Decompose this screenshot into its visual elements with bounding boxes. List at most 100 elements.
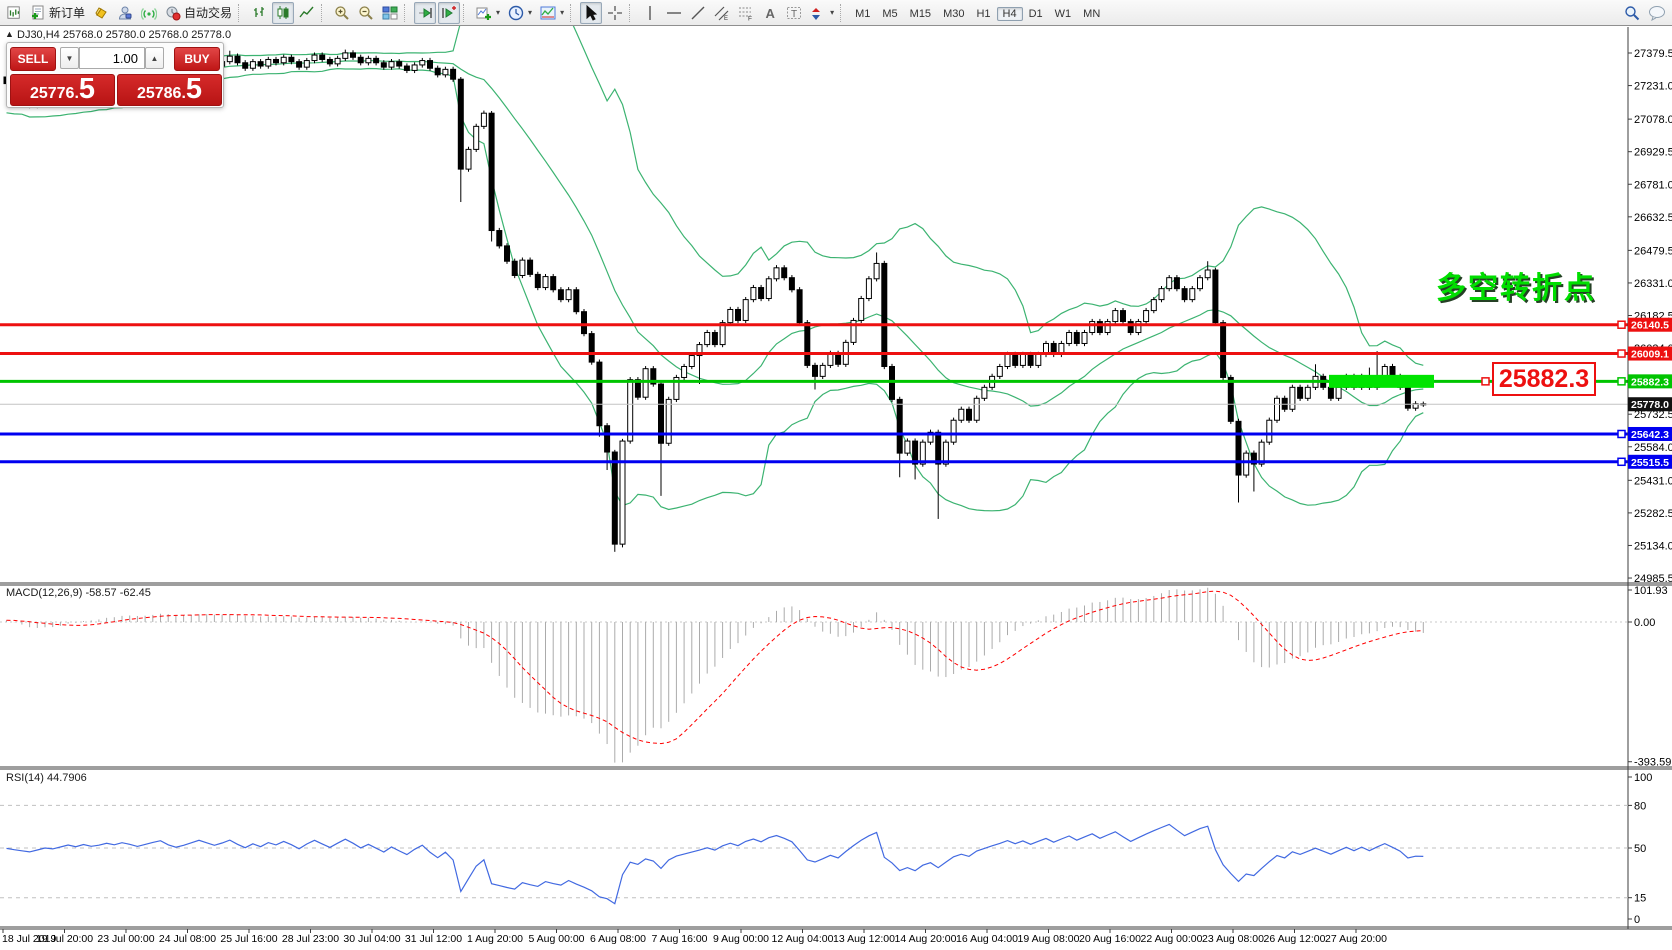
new-order-label: 新订单 — [49, 4, 85, 21]
price-tick-label: 25431.0 — [1634, 475, 1672, 487]
tile-windows-button[interactable] — [379, 2, 401, 24]
timeframe-M15[interactable]: M15 — [904, 7, 937, 21]
price-tick-label: 25134.0 — [1634, 540, 1672, 552]
cursor-tool-button[interactable] — [580, 2, 602, 24]
volume-decrease-button[interactable]: ▼ — [60, 47, 79, 69]
buy-button[interactable]: BUY — [174, 47, 220, 71]
chart-shift-button[interactable] — [438, 2, 460, 24]
periods-clock-button[interactable]: ▾ — [505, 2, 535, 24]
buy-price-display[interactable]: 25786.5 — [117, 74, 222, 106]
chart-title-ohlc: DJ30,H4 25768.0 25780.0 25768.0 25778.0 — [17, 29, 231, 41]
toolbar-separator — [238, 4, 243, 22]
svg-text:25515.5: 25515.5 — [1631, 457, 1669, 469]
svg-text:25642.3: 25642.3 — [1631, 429, 1669, 441]
price-callout-label[interactable]: 25882.3 — [1492, 362, 1596, 396]
svg-text:25882.3: 25882.3 — [1631, 376, 1669, 388]
signals-icon[interactable] — [138, 2, 160, 24]
trading-terminal-window: { "toolbar": { "new_order_label": "新订单",… — [0, 0, 1672, 950]
time-axis-label: 25 Jul 16:00 — [220, 933, 277, 945]
market-watch-gold-icon[interactable] — [90, 2, 112, 24]
buy-price-main: 25786. — [137, 80, 186, 108]
zoom-out-button[interactable] — [355, 2, 377, 24]
toolbar-separator — [570, 4, 575, 22]
svg-text:25778.0: 25778.0 — [1631, 399, 1669, 411]
candlestick-chart-type-button[interactable] — [272, 2, 294, 24]
bar-chart-type-button[interactable] — [248, 2, 270, 24]
timeframe-H1[interactable]: H1 — [970, 7, 996, 21]
line-endpoint-marker[interactable] — [1482, 378, 1489, 385]
timeframe-M1[interactable]: M1 — [849, 7, 876, 21]
chart-annotation-text: 多空转折点 — [1436, 263, 1596, 307]
horizontal-line-tool-button[interactable] — [663, 2, 685, 24]
toolbar-separator — [321, 4, 326, 22]
fibonacci-tool-button[interactable]: F — [735, 2, 757, 24]
rsi-tick-label: 15 — [1634, 893, 1646, 905]
time-axis-label: 23 Jul 00:00 — [97, 933, 154, 945]
sell-price-last-digit: 5 — [79, 75, 95, 103]
time-axis-label: 28 Jul 23:00 — [282, 933, 339, 945]
price-tick-label: 25584.0 — [1634, 442, 1672, 454]
accounts-profile-icon[interactable] — [114, 2, 136, 24]
svg-text:A: A — [766, 6, 776, 21]
time-axis-label: 22 Aug 00:00 — [1141, 933, 1203, 945]
time-axis-label: 24 Jul 08:00 — [159, 933, 216, 945]
timeframe-H4[interactable]: H4 — [997, 7, 1023, 21]
periods-caret-icon: ▾ — [528, 8, 532, 17]
highlight-zone-box[interactable] — [1329, 375, 1434, 388]
line-chart-type-button[interactable] — [296, 2, 318, 24]
time-axis-label: 6 Aug 08:00 — [590, 933, 646, 945]
timeframe-M30[interactable]: M30 — [937, 7, 970, 21]
timeframe-M5[interactable]: M5 — [876, 7, 903, 21]
chart-canvas[interactable]: 27379.527231.027078.026929.526781.026632… — [0, 0, 1672, 950]
window-chart-icon — [3, 2, 25, 24]
auto-trading-button[interactable]: 自动交易 — [162, 2, 235, 24]
time-axis-label: 19 Jul 20:00 — [36, 933, 93, 945]
svg-text:E: E — [724, 16, 728, 21]
auto-scroll-button[interactable] — [414, 2, 436, 24]
templates-button[interactable]: ▾ — [537, 2, 567, 24]
svg-text:26140.5: 26140.5 — [1631, 320, 1669, 332]
price-tick-label: 26632.5 — [1634, 212, 1672, 224]
price-tick-label: 27231.0 — [1634, 81, 1672, 93]
sell-button[interactable]: SELL — [10, 47, 56, 71]
one-click-trading-panel: SELL ▼ ▲ BUY 25776.5 25786.5 — [6, 42, 224, 108]
price-tick-label: 27379.5 — [1634, 48, 1672, 60]
time-axis-label: 20 Aug 16:00 — [1079, 933, 1141, 945]
toolbar-separator — [463, 4, 468, 22]
volume-increase-button[interactable]: ▲ — [145, 47, 164, 69]
text-tool-button[interactable]: A — [759, 2, 781, 24]
vertical-line-tool-button[interactable] — [639, 2, 661, 24]
time-axis-label: 30 Jul 04:00 — [343, 933, 400, 945]
sell-price-main: 25776. — [30, 80, 79, 108]
chat-bubble-icon[interactable] — [1645, 2, 1669, 24]
zoom-in-button[interactable] — [331, 2, 353, 24]
equidistant-channel-tool-button[interactable]: E — [711, 2, 733, 24]
volume-input[interactable] — [79, 47, 145, 69]
price-tick-label: 26331.0 — [1634, 278, 1672, 290]
timeframe-group: M1M5M15M30H1H4D1W1MN — [849, 4, 1106, 22]
text-label-tool-button[interactable]: T — [783, 2, 805, 24]
search-icon[interactable] — [1621, 2, 1643, 24]
buy-price-last-digit: 5 — [186, 75, 202, 103]
timeframe-D1[interactable]: D1 — [1023, 7, 1049, 21]
time-axis-label: 1 Aug 20:00 — [467, 933, 523, 945]
timeframe-W1[interactable]: W1 — [1049, 7, 1078, 21]
price-tick-label: 25282.5 — [1634, 508, 1672, 520]
timeframe-MN[interactable]: MN — [1077, 7, 1106, 21]
trade-panel-collapse-icon[interactable]: ▲ — [5, 29, 14, 39]
crosshair-tool-button[interactable] — [604, 2, 626, 24]
add-indicator-caret-icon: ▾ — [496, 8, 500, 17]
trendline-tool-button[interactable] — [687, 2, 709, 24]
arrows-tool-button[interactable]: ▾ — [807, 2, 837, 24]
time-axis-label: 23 Aug 08:00 — [1202, 933, 1264, 945]
time-axis-label: 26 Aug 12:00 — [1264, 933, 1326, 945]
time-axis-label: 7 Aug 16:00 — [651, 933, 707, 945]
new-order-button[interactable]: 新订单 — [27, 2, 88, 24]
time-axis-label: 13 Aug 12:00 — [833, 933, 895, 945]
arrows-caret-icon: ▾ — [830, 8, 834, 17]
macd-tick-label: 0.00 — [1634, 617, 1655, 629]
add-indicator-button[interactable]: ▾ — [473, 2, 503, 24]
time-axis-label: 31 Jul 12:00 — [405, 933, 462, 945]
macd-tick-label: 101.93 — [1634, 585, 1668, 597]
sell-price-display[interactable]: 25776.5 — [10, 74, 115, 106]
